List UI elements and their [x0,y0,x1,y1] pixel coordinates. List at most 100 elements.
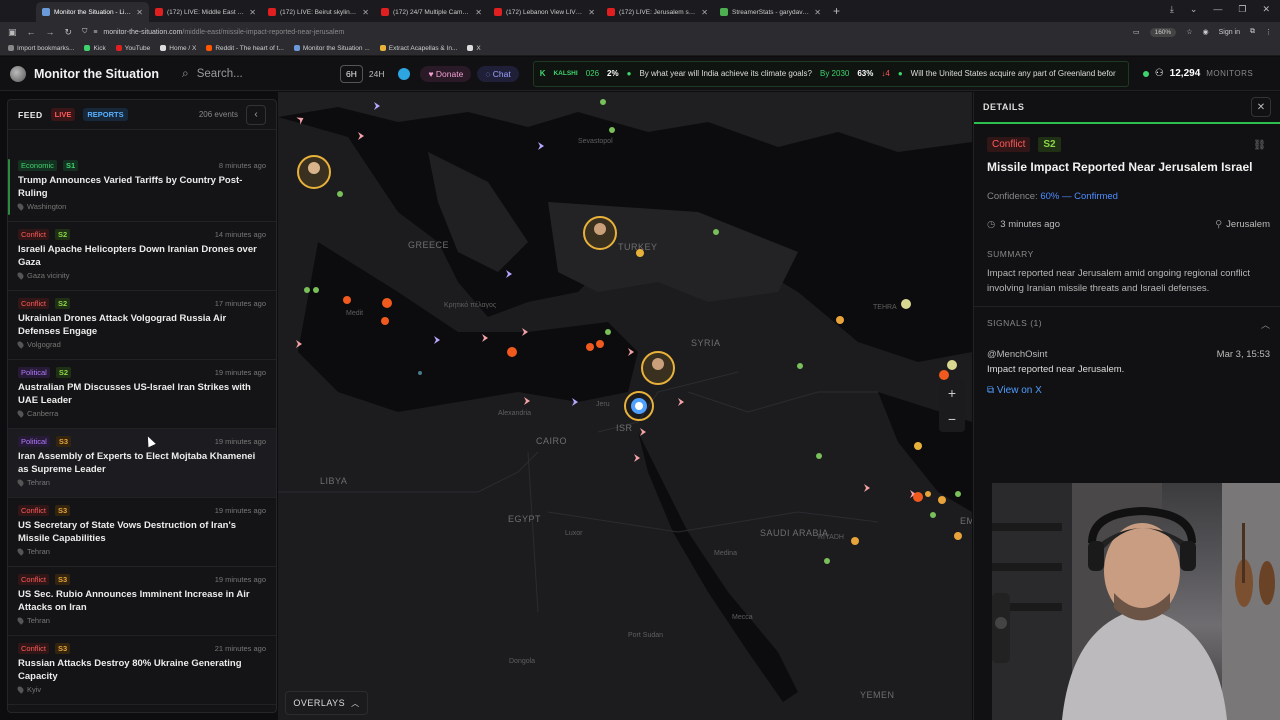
feed-item[interactable]: Conflict S3 21 minutes ago Russian Attacks … [8,636,276,705]
sign-in-button[interactable]: Sign in [1219,29,1240,36]
feed-item-headline: US Secretary of State Vows Destruction o… [18,520,237,544]
green-dots[interactable] [304,99,961,564]
range-6h-button[interactable]: 6H [340,64,363,83]
zoom-out-button[interactable]: − [939,406,965,432]
zoom-in-button[interactable]: + [939,380,965,406]
feed-item[interactable]: Conflict S2 17 minutes ago Ukrainian Drones… [8,291,276,360]
feed-item-headline: US Sec. Rubio Announces Imminent Increas… [18,589,250,613]
browser-tab[interactable]: (172) LIVE: Jerusalem skyline ✕ [601,2,714,22]
details-header: DETAILS ✕ [974,92,1280,124]
bookmark-item[interactable]: Monitor the Situation ... [293,45,370,52]
world-map[interactable]: GREECE TURKEY SYRIA CAIRO LIBYA EGYPT SA… [278,92,972,720]
close-details-button[interactable]: ✕ [1251,97,1271,117]
event-dots[interactable] [636,249,962,545]
sidebar-toggle-icon[interactable]: ▣ [8,27,17,38]
signal-text: Impact reported near Jerusalem. [987,364,1125,375]
bookmark-star-icon[interactable]: ☆ [1186,28,1192,36]
forward-icon[interactable]: → [46,27,55,37]
bookmark-item[interactable]: Import bookmarks... [8,45,74,52]
close-tab-icon[interactable]: ✕ [814,8,821,17]
browser-tab[interactable]: StreamerStats - garydavid Strea ✕ [714,2,827,22]
feed-live-tab[interactable]: LIVE [50,108,76,121]
shield-icon: ⛉ [82,28,88,35]
feed-item-time: 17 minutes ago [214,299,266,308]
feed-item[interactable]: Economic S1 8 minutes ago Trump Announces V… [8,153,276,222]
app-logo[interactable]: Monitor the Situation [10,65,172,82]
reader-icon[interactable]: ▭ [1133,28,1140,36]
view-on-x-link[interactable]: ⧉ View on X [987,385,1042,396]
avatar-markers[interactable] [297,155,675,385]
overlays-button[interactable]: OVERLAYS ︿ [285,691,368,715]
tab-title: (172) LIVE: Middle East reac [167,8,246,16]
bookmark-item[interactable]: Home / X [160,45,196,52]
bookmark-favicon-icon [8,45,14,52]
bookmark-item[interactable]: Extract Acapellas & In... [379,45,457,52]
bookmark-label: X [476,45,481,52]
search-input[interactable]: ⌕ Search... [176,63,326,85]
feed-item-location: Tehran [27,616,50,625]
downloads-icon[interactable]: ⤓ [1170,4,1174,15]
bookmark-favicon-icon [467,45,474,52]
extensions-icon[interactable]: ⧉ [1250,28,1255,36]
range-24h-button[interactable]: 24H [369,69,385,79]
feed-item[interactable]: Political S3 19 minutes ago Iran Assembly o… [8,429,276,498]
donate-button[interactable]: ♥ Donate [420,65,472,82]
details-meta: ◷ 3 minutes ago ⚲ Jerusalem [987,219,1270,230]
collapse-feed-button[interactable]: ‹ [246,104,266,125]
reload-icon[interactable]: ↻ [65,27,73,38]
tab-search-icon[interactable]: ⌄ [1190,4,1198,15]
tab-favicon-icon [607,8,615,16]
summary-label: SUMMARY [987,249,1034,259]
browser-tab[interactable]: (172) LIVE: Middle East reac ✕ [149,2,262,22]
selected-event-marker[interactable] [624,391,654,421]
feed-list: Economic S1 8 minutes ago Trump Announces V… [8,153,276,705]
drone-markers[interactable] [374,102,578,406]
close-tab-icon[interactable]: ✕ [701,8,708,17]
feed-item[interactable]: Conflict S3 19 minutes ago US Sec. Rubio An… [8,567,276,636]
new-tab-icon[interactable]: + [833,4,840,18]
zoom-level[interactable]: 160% [1149,27,1177,37]
profile-icon[interactable]: ◉ [1202,28,1208,36]
close-window-icon[interactable]: ✕ [1262,4,1270,15]
window-controls: ⤓ ⌄ — ❐ ✕ [1170,4,1270,15]
location-pin-icon [16,685,25,694]
close-tab-icon[interactable]: ✕ [362,8,369,17]
chat-button[interactable]: ◌ Chat [477,65,519,82]
close-tab-icon[interactable]: ✕ [249,8,256,17]
bookmark-item[interactable]: YouTube [115,45,151,52]
feed-item-headline: Ukrainian Drones Attack Volgograd Russia… [18,313,227,337]
app-header: Monitor the Situation ⌕ Search... 6H 24H… [0,57,1280,91]
signals-section-toggle[interactable]: SIGNALS (1) ︿ [987,318,1270,331]
bookmark-favicon-icon [115,45,122,52]
feed-item[interactable]: Conflict S3 19 minutes ago US Secretary of … [8,498,276,567]
feed-item-location: Tehran [27,478,50,487]
url-field[interactable]: ⛉ ≡ monitor-the-situation.com/middle-eas… [82,28,1123,36]
close-tab-icon[interactable]: ✕ [588,8,595,17]
overlays-label: OVERLAYS [293,698,346,708]
bookmark-item[interactable]: Kick [84,45,106,52]
bookmark-label: YouTube [124,45,151,52]
close-tab-icon[interactable]: ✕ [475,8,482,17]
browser-tab[interactable]: (172) 24/7 Multiple Cameras in ✕ [375,2,488,22]
site-info-icon[interactable]: ≡ [93,29,97,36]
globe-icon [10,65,26,82]
menu-icon[interactable]: ⋮ [1265,28,1272,36]
feed-reports-tab[interactable]: REPORTS [83,108,128,121]
browser-tab[interactable]: (172) LIVE: Beirut skyline as Isra ✕ [262,2,375,22]
restore-icon[interactable]: ❐ [1238,4,1246,15]
bookmark-item[interactable]: Reddit - The heart of t... [206,45,284,52]
minimize-icon[interactable]: — [1213,4,1222,15]
feed-item-time: 19 minutes ago [214,368,266,377]
browser-tab[interactable]: (172) Lebanon View LIVE: Israel ✕ [488,2,601,22]
app-name: Monitor the Situation [34,66,159,81]
close-tab-icon[interactable]: ✕ [136,8,143,17]
feed-item[interactable]: Political S2 19 minutes ago Australian PM D… [8,360,276,429]
fire-markers[interactable] [343,296,949,502]
bookmark-item[interactable]: X [467,45,481,52]
telegram-icon[interactable] [398,67,411,80]
link-icon[interactable]: ⛓ [1253,140,1266,151]
prediction-ticker[interactable]: K KALSHI 026 2% ● By what year will Indi… [532,60,1129,87]
browser-tab[interactable]: Monitor the Situation - Live Gl... ✕ [36,2,149,22]
feed-item[interactable]: Conflict S2 14 minutes ago Israeli Apache H… [8,222,276,291]
back-icon[interactable]: ← [27,27,36,37]
